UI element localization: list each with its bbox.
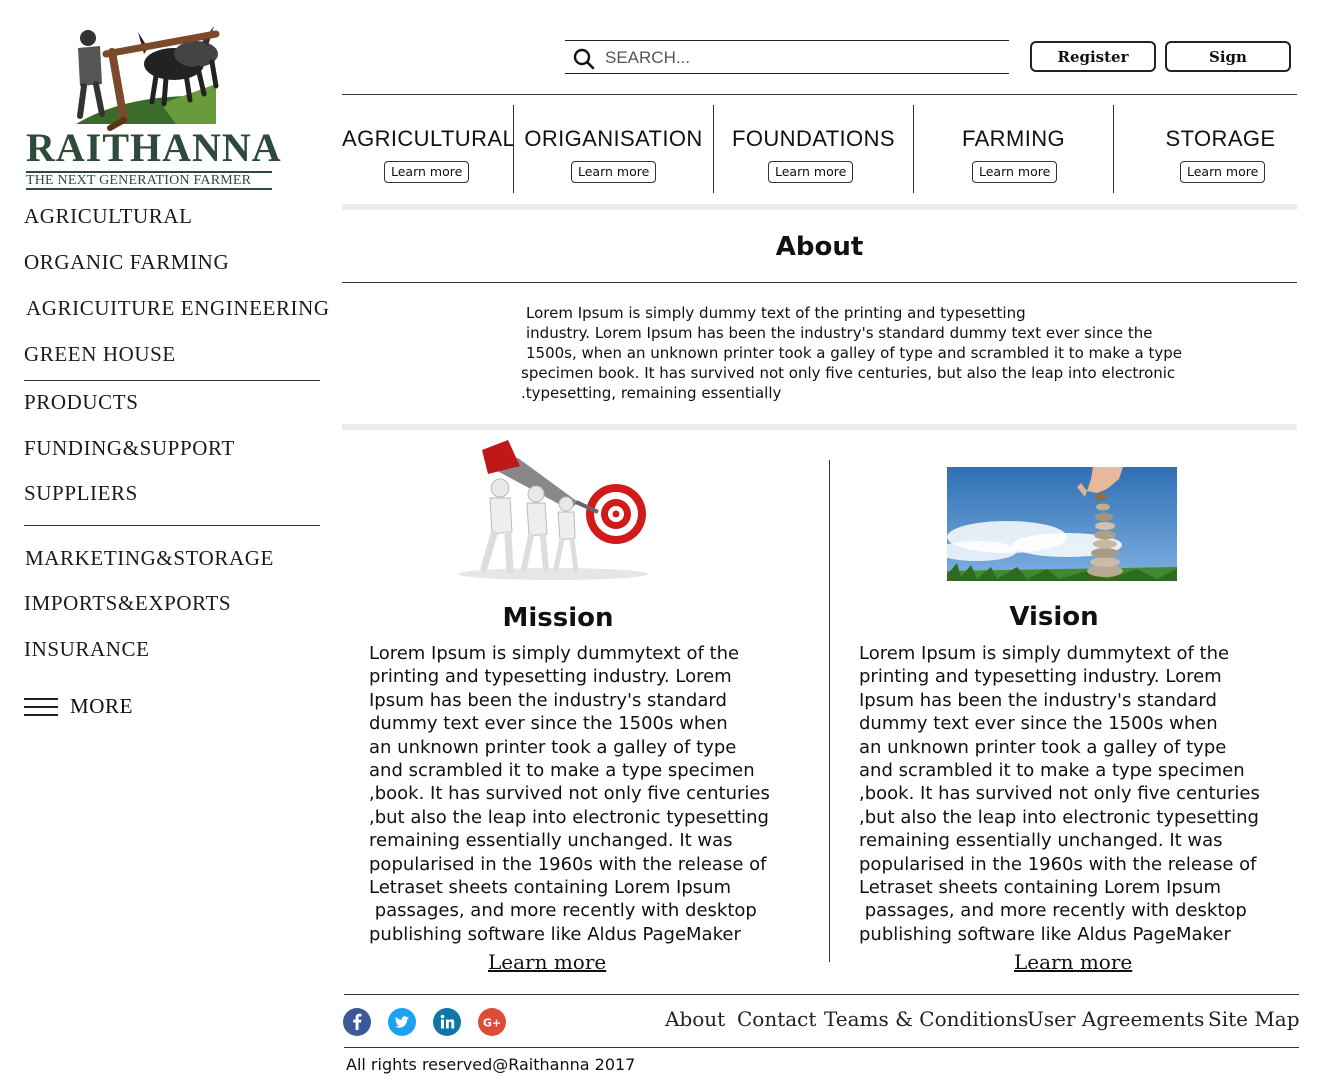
vision-line: popularised in the 1960s with the releas…	[859, 853, 1257, 875]
vision-title: Vision	[1009, 602, 1099, 632]
vision-line: an unknown printer took a galley of type	[859, 736, 1227, 758]
category-farming: FARMING Learn more	[914, 105, 1113, 193]
side-menu-divider	[24, 380, 320, 381]
vision-line: Letraset sheets containing Lorem Ipsum	[859, 877, 1222, 899]
brand-name: RAITHANNA	[26, 125, 282, 170]
mission-line: ,but also the leap into electronic types…	[369, 806, 769, 828]
mission-line: dummy text ever since the 1500s when	[369, 713, 728, 735]
learn-more-button[interactable]: Learn more	[1180, 161, 1266, 183]
mission-line: printing and typesetting industry. Lorem	[369, 666, 732, 688]
mission-line: remaining essentially unchanged. It was	[369, 830, 733, 852]
vision-text: Lorem Ipsum is simply dummytext of the p…	[859, 642, 1269, 946]
search-input[interactable]	[603, 43, 1003, 73]
farmer-with-oxen-logo-icon	[76, 26, 220, 131]
category-title: STORAGE	[1165, 126, 1276, 151]
mission-title: Mission	[502, 603, 614, 633]
vision-line: ,but also the leap into electronic types…	[859, 806, 1259, 828]
search-icon[interactable]	[573, 48, 595, 70]
footer-link-user-agreements[interactable]: User Agreements	[1027, 1007, 1204, 1031]
svg-text:G+: G+	[483, 1017, 501, 1030]
about-line: 1500s, when an unknown printer took a ga…	[526, 344, 1182, 362]
twitter-icon[interactable]	[388, 1008, 416, 1036]
footer-link-about[interactable]: About	[665, 1007, 725, 1031]
side-item-green-house[interactable]: GREEN HOUSE	[24, 342, 176, 367]
mission-line: passages, and more recently with desktop	[369, 900, 757, 922]
learn-more-button[interactable]: Learn more	[768, 161, 854, 183]
brand-tagline: THE NEXT GENERATION FARMER	[26, 171, 272, 190]
side-item-products[interactable]: PRODUCTS	[24, 390, 139, 415]
vision-line: dummy text ever since the 1500s when	[859, 713, 1218, 735]
hamburger-icon	[24, 696, 58, 718]
linkedin-icon[interactable]	[433, 1008, 461, 1036]
side-menu-divider	[24, 525, 320, 526]
mission-line: Letraset sheets containing Lorem Ipsum	[369, 877, 732, 899]
learn-more-button[interactable]: Learn more	[384, 161, 470, 183]
category-title: FARMING	[961, 126, 1066, 151]
side-item-suppliers[interactable]: SUPPLIERS	[24, 481, 138, 506]
side-item-agriculture-engineering[interactable]: AGRICUITURE ENGINEERING	[26, 296, 330, 321]
category-title: FOUNDATIONS	[732, 126, 895, 151]
footer-link-site-map[interactable]: Site Map	[1208, 1007, 1300, 1031]
copyright-text: All rights reserved@Raithanna 2017	[346, 1055, 636, 1074]
footer-divider	[344, 994, 1299, 995]
about-text: Lorem Ipsum is simply dummy text of the …	[521, 303, 1182, 403]
category-title: AGRICULTURAL	[342, 126, 516, 151]
mission-line: ,book. It has survived not only five cen…	[369, 783, 770, 805]
category-title: ORIGANISATION	[524, 126, 703, 151]
category-storage: STORAGE Learn more	[1114, 105, 1297, 193]
vision-line: Lorem Ipsum is simply dummytext of the	[859, 643, 1230, 664]
section-band	[342, 204, 1297, 210]
mission-line: an unknown printer took a galley of type	[369, 736, 737, 758]
mission-line: popularised in the 1960s with the releas…	[369, 853, 767, 875]
vision-line: printing and typesetting industry. Lorem	[859, 666, 1222, 688]
vision-stacked-stones-photo	[947, 467, 1177, 581]
side-item-imports-exports[interactable]: IMPORTS&EXPORTS	[24, 591, 231, 616]
vision-line: remaining essentially unchanged. It was	[859, 830, 1223, 852]
mission-line: publishing software like Aldus PageMaker	[369, 923, 741, 945]
vision-line: Ipsum has been the industry's standard	[859, 689, 1217, 711]
side-item-insurance[interactable]: INSURANCE	[24, 637, 150, 662]
footer-link-contact[interactable]: Contact	[737, 1007, 816, 1031]
section-band	[342, 424, 1297, 430]
footer-link-terms[interactable]: Teams & Conditions	[824, 1007, 1028, 1031]
mission-learn-more-link[interactable]: Learn more	[488, 950, 606, 974]
sign-button[interactable]: Sign	[1165, 41, 1291, 72]
search-bar	[565, 40, 1009, 74]
side-item-funding-support[interactable]: FUNDING&SUPPORT	[24, 436, 235, 461]
more-label: MORE	[70, 694, 134, 718]
facebook-icon[interactable]	[343, 1008, 371, 1036]
category-origanisation: ORIGANISATION Learn more	[514, 105, 713, 193]
vision-learn-more-link[interactable]: Learn more	[1014, 950, 1132, 974]
learn-more-button[interactable]: Learn more	[571, 161, 657, 183]
mission-vision-divider	[829, 460, 830, 962]
vision-line: passages, and more recently with desktop	[859, 900, 1247, 922]
about-divider	[342, 282, 1297, 283]
about-line: specimen book. It has survived not only …	[521, 364, 1176, 382]
footer-divider	[344, 1047, 1299, 1048]
mission-line: and scrambled it to make a type specimen	[369, 760, 755, 782]
logo[interactable]: RAITHANNA THE NEXT GENERATION FARMER	[24, 24, 281, 190]
mission-line: Lorem Ipsum is simply dummytext of the	[369, 643, 740, 664]
google-plus-icon[interactable]: G+	[478, 1008, 506, 1036]
vision-line: publishing software like Aldus PageMaker	[859, 923, 1231, 945]
mission-target-illustration	[458, 440, 648, 580]
mission-text: Lorem Ipsum is simply dummytext of the p…	[369, 642, 779, 946]
about-line: industry. Lorem Ipsum has been the indus…	[526, 324, 1153, 342]
about-line: .typesetting, remaining essentially	[521, 384, 782, 402]
more-menu-button[interactable]: MORE	[24, 694, 133, 719]
header-divider	[342, 94, 1297, 95]
mission-line: Ipsum has been the industry's standard	[369, 689, 727, 711]
side-item-marketing-storage[interactable]: MARKETING&STORAGE	[25, 546, 274, 571]
side-item-agricultural[interactable]: AGRICULTURAL	[24, 204, 193, 229]
side-item-organic-farming[interactable]: ORGANIC FARMING	[24, 250, 229, 275]
register-button[interactable]: Register	[1030, 41, 1156, 72]
category-foundations: FOUNDATIONS Learn more	[714, 105, 913, 193]
vision-line: and scrambled it to make a type specimen	[859, 760, 1245, 782]
about-line: Lorem Ipsum is simply dummy text of the …	[526, 304, 1026, 322]
learn-more-button[interactable]: Learn more	[972, 161, 1058, 183]
category-agricultural: AGRICULTURAL Learn more	[342, 105, 516, 193]
vision-line: ,book. It has survived not only five cen…	[859, 783, 1260, 805]
about-title: About	[775, 232, 864, 262]
